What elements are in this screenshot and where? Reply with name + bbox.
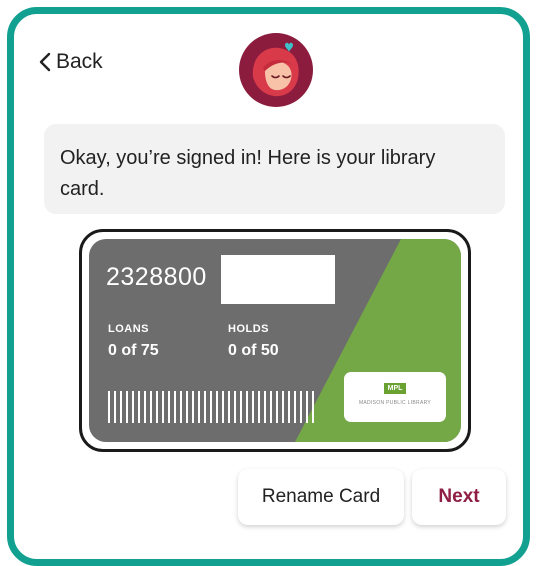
rename-card-button[interactable]: Rename Card	[238, 469, 404, 525]
message-bubble: Okay, you’re signed in! Here is your lib…	[44, 124, 505, 214]
libby-logo-icon	[239, 33, 313, 107]
barcode	[108, 391, 316, 423]
holds-value: 0 of 50	[228, 342, 279, 359]
holds-label: HOLDS	[228, 323, 269, 335]
card-number-redaction	[221, 255, 335, 304]
chevron-left-icon	[39, 52, 51, 72]
library-card: 2328800 LOANS 0 of 75 HOLDS 0 of 50 MPL …	[79, 229, 471, 452]
back-label: Back	[56, 50, 103, 73]
card-number: 2328800	[106, 263, 207, 291]
library-logo: MPL MADISON PUBLIC LIBRARY	[344, 372, 446, 422]
library-logo-name: MADISON PUBLIC LIBRARY	[358, 400, 432, 406]
next-button[interactable]: Next	[412, 469, 506, 525]
loans-label: LOANS	[108, 323, 149, 335]
library-logo-mark: MPL	[384, 383, 406, 394]
library-card-face: 2328800 LOANS 0 of 75 HOLDS 0 of 50 MPL …	[89, 239, 461, 442]
loans-value: 0 of 75	[108, 342, 159, 359]
back-button[interactable]: Back	[38, 50, 103, 74]
message-text: Okay, you’re signed in! Here is your lib…	[60, 147, 436, 200]
